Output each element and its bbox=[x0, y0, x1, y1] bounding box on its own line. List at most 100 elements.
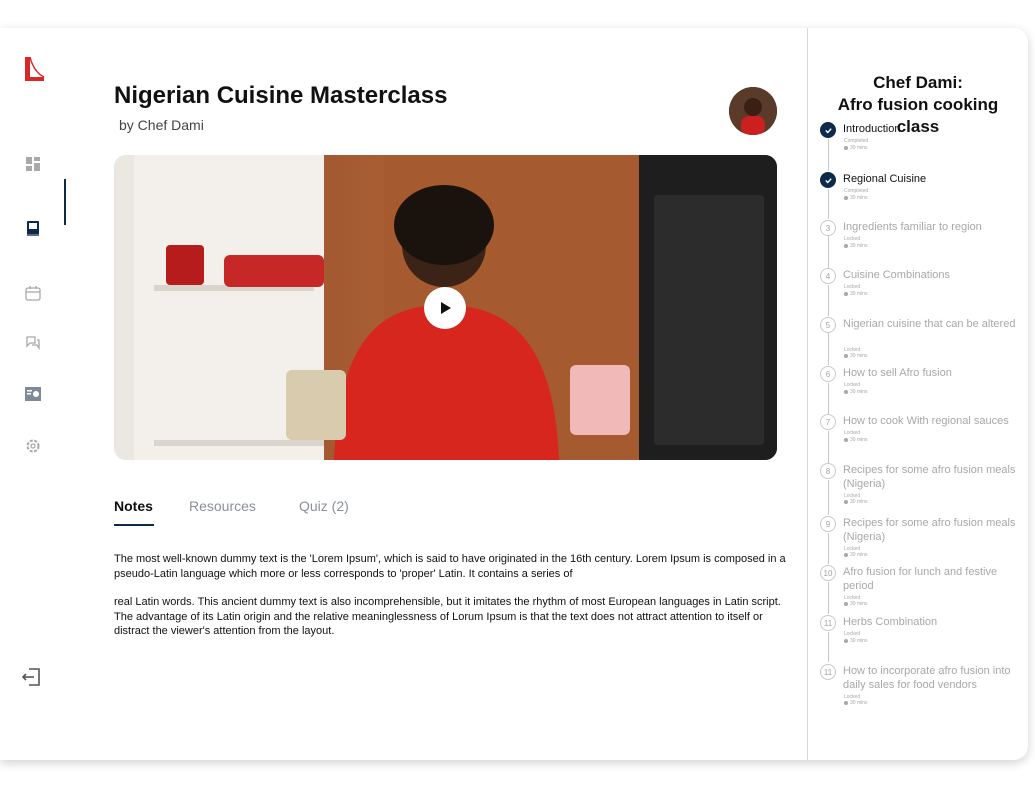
lesson-title: Recipes for some afro fusion meals (Nige… bbox=[843, 517, 1016, 543]
tab-underline bbox=[114, 524, 154, 526]
calendar-icon[interactable] bbox=[16, 276, 50, 310]
lesson-title: How to sell Afro fusion bbox=[843, 367, 952, 379]
lesson-item[interactable]: Introduction Completed 30 mins bbox=[820, 122, 1020, 152]
lesson-status: Locked bbox=[844, 236, 861, 242]
lesson-title: Cuisine Combinations bbox=[843, 269, 950, 281]
check-icon bbox=[820, 122, 836, 138]
lesson-duration-text: 30 mins bbox=[850, 499, 868, 505]
lesson-duration-text: 30 mins bbox=[850, 552, 868, 558]
lesson-number: 11 bbox=[820, 664, 836, 680]
play-icon bbox=[441, 302, 451, 314]
clock-icon bbox=[844, 390, 848, 394]
lesson-duration: 30 mins bbox=[844, 145, 868, 151]
logout-icon[interactable] bbox=[16, 662, 46, 692]
clock-icon bbox=[844, 500, 848, 504]
notes-paragraph: real Latin words. This ancient dummy tex… bbox=[114, 596, 781, 637]
lesson-title: Afro fusion for lunch and festive period bbox=[843, 566, 998, 592]
lesson-duration-text: 30 mins bbox=[850, 195, 868, 201]
lesson-title: How to incorporate afro fusion into dail… bbox=[843, 665, 1011, 691]
clock-icon bbox=[844, 196, 848, 200]
lesson-duration-text: 30 mins bbox=[850, 353, 868, 359]
lesson-item[interactable]: 11 How to incorporate afro fusion into d… bbox=[820, 664, 1020, 706]
lesson-duration-text: 30 mins bbox=[850, 601, 868, 607]
lesson-number: 9 bbox=[820, 516, 836, 532]
clock-icon bbox=[844, 602, 848, 606]
lesson-item[interactable]: 8 Recipes for some afro fusion meals (Ni… bbox=[820, 463, 1020, 505]
lesson-item[interactable]: 11 Herbs Combination Locked 30 mins bbox=[820, 615, 1020, 645]
notes-paragraph: The most well-known dummy text is the 'L… bbox=[114, 553, 786, 580]
lesson-duration: 30 mins bbox=[844, 353, 868, 359]
settings-icon[interactable] bbox=[16, 429, 50, 463]
clock-icon bbox=[844, 292, 848, 296]
lesson-item[interactable]: 3 Ingredients familiar to region Locked … bbox=[820, 220, 1020, 250]
nav-active-indicator bbox=[64, 179, 66, 225]
lesson-duration: 30 mins bbox=[844, 499, 868, 505]
lesson-duration: 30 mins bbox=[844, 601, 868, 607]
lesson-title: Introduction bbox=[843, 123, 901, 135]
clock-icon bbox=[844, 701, 848, 705]
check-icon bbox=[820, 172, 836, 188]
play-button[interactable] bbox=[424, 287, 466, 329]
tab-resources[interactable]: Resources bbox=[189, 498, 256, 514]
lesson-status: Locked bbox=[844, 430, 861, 436]
course-panel-title-line1: Chef Dami: bbox=[873, 73, 963, 92]
lesson-title: Recipes for some afro fusion meals (Nige… bbox=[843, 464, 1016, 490]
clock-icon bbox=[844, 553, 848, 557]
lesson-item[interactable]: 9 Recipes for some afro fusion meals (Ni… bbox=[820, 516, 1020, 558]
lesson-title: How to cook With regional sauces bbox=[843, 415, 1009, 427]
lesson-number: 7 bbox=[820, 414, 836, 430]
lesson-duration-text: 30 mins bbox=[850, 243, 868, 249]
tab-notes[interactable]: Notes bbox=[114, 498, 153, 514]
lesson-status: Locked bbox=[844, 382, 861, 388]
clock-icon bbox=[844, 639, 848, 643]
dashboard-icon[interactable] bbox=[16, 147, 50, 181]
lesson-duration-text: 30 mins bbox=[850, 291, 868, 297]
lesson-number: 6 bbox=[820, 366, 836, 382]
lesson-duration-text: 30 mins bbox=[850, 145, 868, 151]
lesson-item[interactable]: 6 How to sell Afro fusion Locked 30 mins bbox=[820, 366, 1020, 396]
lesson-title: Regional Cuisine bbox=[843, 173, 927, 185]
lesson-duration: 30 mins bbox=[844, 389, 868, 395]
lesson-number: 4 bbox=[820, 268, 836, 284]
lesson-number: 11 bbox=[820, 615, 836, 631]
lesson-item[interactable]: 4 Cuisine Combinations Locked 30 mins bbox=[820, 268, 1020, 298]
lesson-title: Herbs Combination bbox=[843, 616, 938, 628]
lesson-duration-text: 30 mins bbox=[850, 638, 868, 644]
lesson-item[interactable]: 7 How to cook With regional sauces Locke… bbox=[820, 414, 1020, 444]
lesson-duration: 30 mins bbox=[844, 552, 868, 558]
lesson-duration: 30 mins bbox=[844, 291, 868, 297]
lesson-duration-text: 30 mins bbox=[850, 437, 868, 443]
lesson-item[interactable]: Regional Cuisine Completed 30 mins bbox=[820, 172, 1020, 202]
chat-icon[interactable] bbox=[16, 326, 50, 360]
certificate-icon[interactable] bbox=[16, 377, 50, 411]
lesson-number: 3 bbox=[820, 220, 836, 236]
book-icon[interactable] bbox=[16, 212, 50, 246]
lesson-duration: 30 mins bbox=[844, 437, 868, 443]
lesson-duration: 30 mins bbox=[844, 700, 868, 706]
page-title: Nigerian Cuisine Masterclass bbox=[114, 82, 448, 109]
lesson-duration-text: 30 mins bbox=[850, 700, 868, 706]
logo-icon[interactable] bbox=[22, 55, 46, 83]
lesson-number: 10 bbox=[820, 565, 836, 581]
lesson-duration: 30 mins bbox=[844, 638, 868, 644]
lesson-number: 5 bbox=[820, 317, 836, 333]
clock-icon bbox=[844, 146, 848, 150]
lesson-item[interactable]: 5 Nigerian cuisine that can be altered L… bbox=[820, 317, 1020, 359]
lesson-status: Locked bbox=[844, 284, 861, 290]
avatar[interactable] bbox=[729, 87, 777, 135]
lesson-duration: 30 mins bbox=[844, 195, 868, 201]
clock-icon bbox=[844, 354, 848, 358]
clock-icon bbox=[844, 244, 848, 248]
clock-icon bbox=[844, 438, 848, 442]
lesson-status: Completed bbox=[844, 188, 869, 194]
panel-divider bbox=[807, 28, 808, 760]
tab-quiz[interactable]: Quiz (2) bbox=[299, 498, 349, 514]
lesson-duration-text: 30 mins bbox=[850, 389, 868, 395]
lesson-number: 8 bbox=[820, 463, 836, 479]
lesson-status: Completed bbox=[844, 138, 869, 144]
lesson-status: Locked bbox=[844, 631, 861, 637]
lesson-title: Ingredients familiar to region bbox=[843, 221, 982, 233]
lesson-item[interactable]: 10 Afro fusion for lunch and festive per… bbox=[820, 565, 1020, 607]
notes-content: The most well-known dummy text is the 'L… bbox=[114, 552, 794, 653]
course-byline: by Chef Dami bbox=[119, 117, 204, 133]
